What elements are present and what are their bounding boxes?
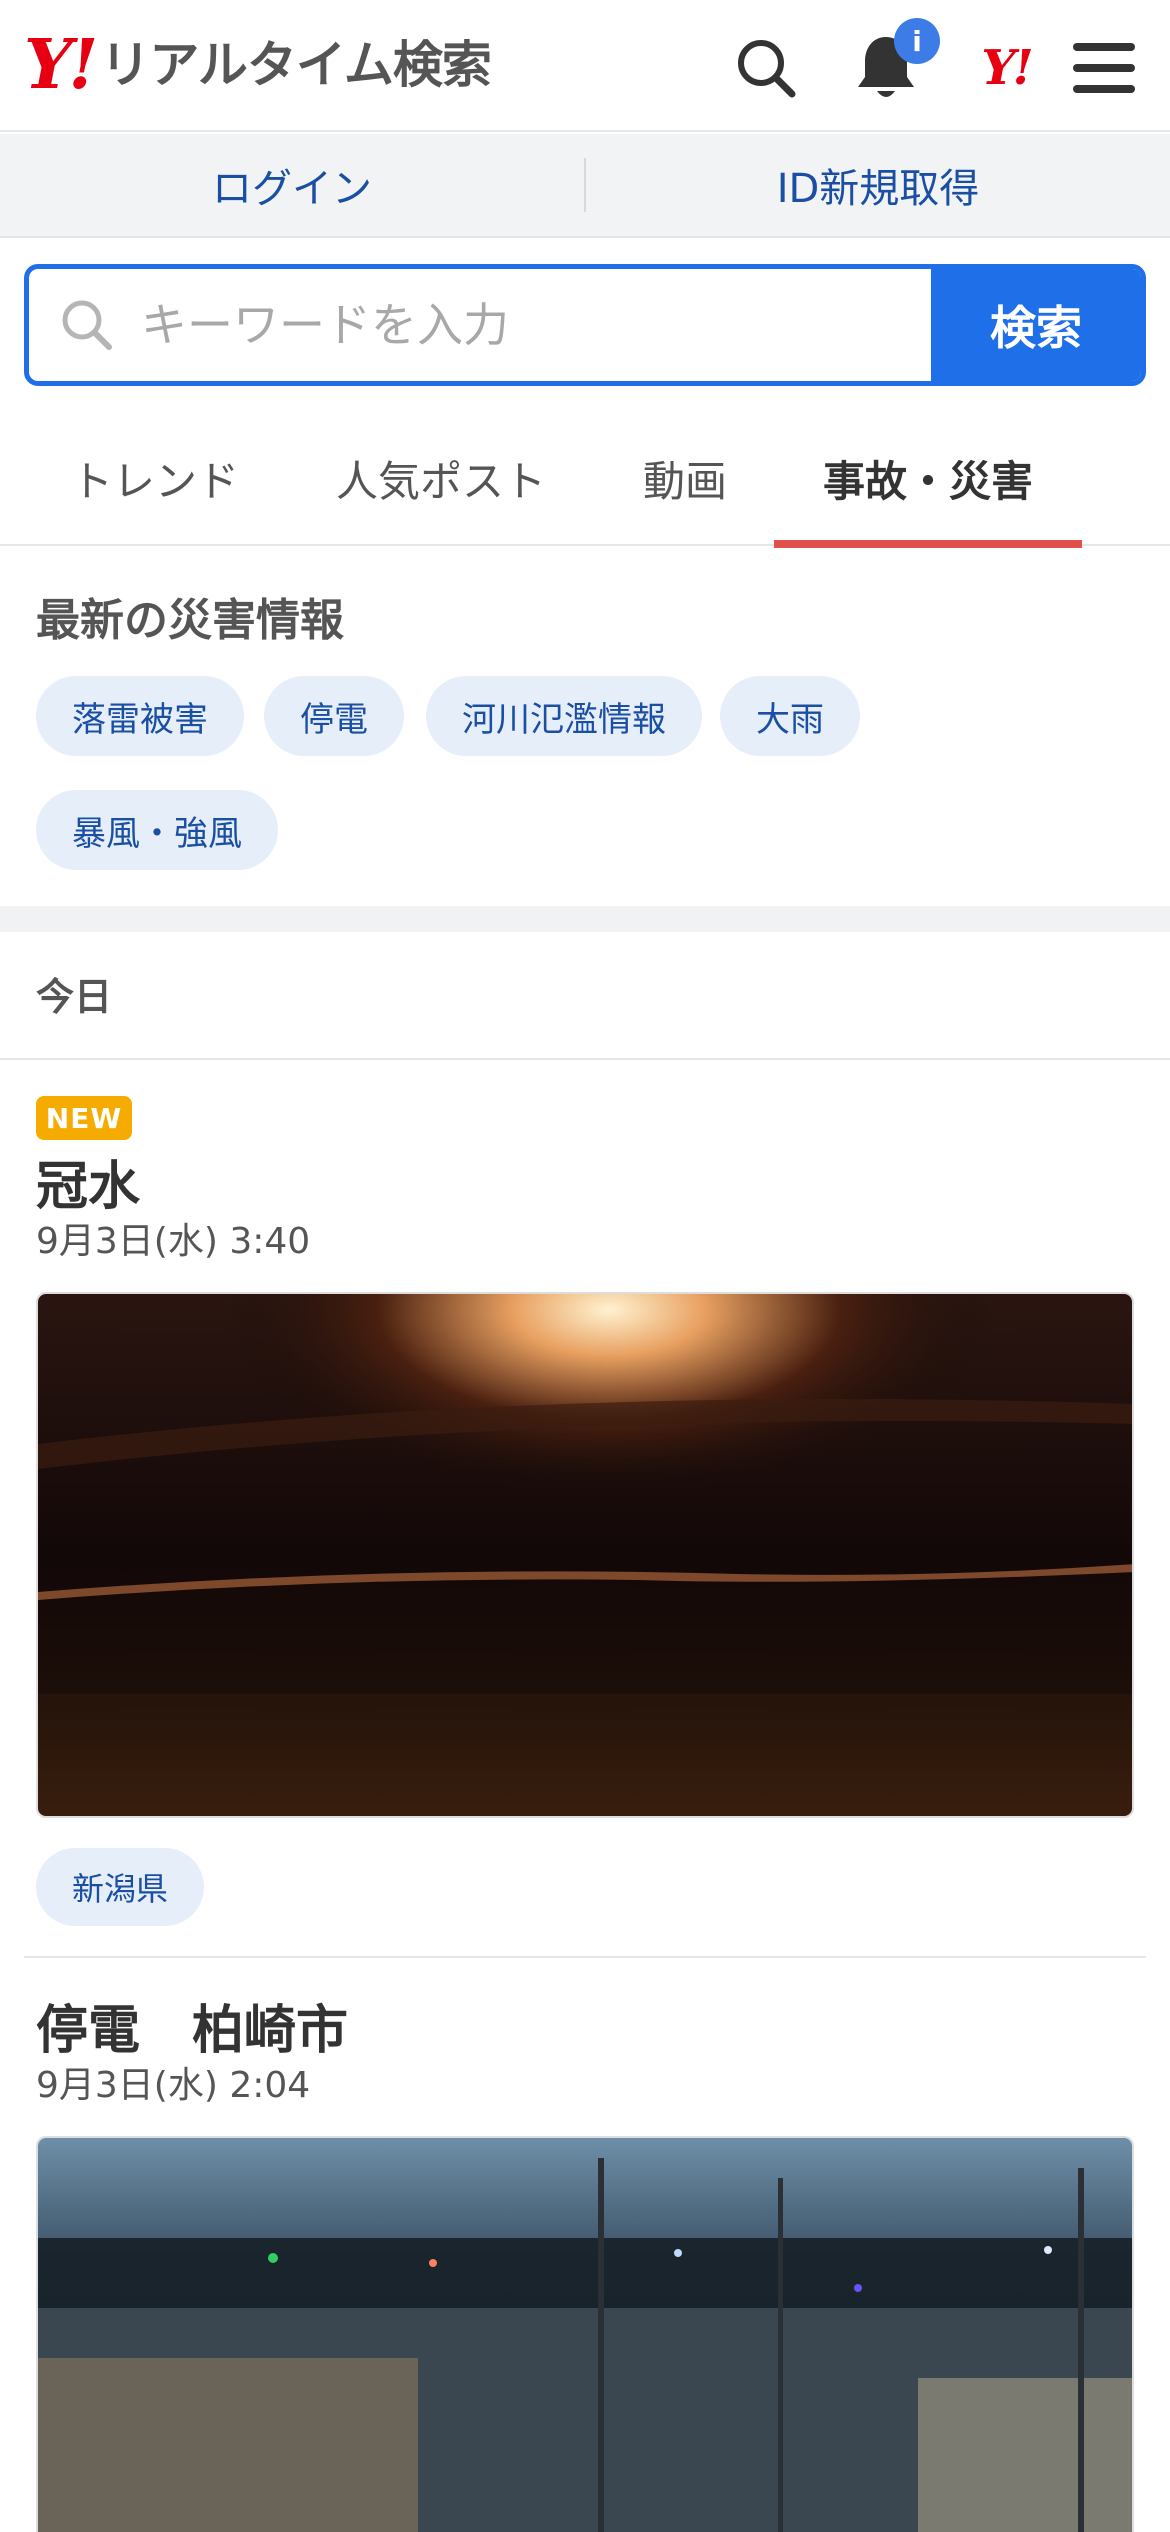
post-time: 9月3日(水) 3:40 <box>36 1221 311 1262</box>
chip-lightning-damage[interactable]: 落雷被害 <box>36 676 244 756</box>
login-link[interactable]: ログイン <box>0 156 584 214</box>
tab-video[interactable]: 動画 <box>610 410 760 546</box>
menu-icon[interactable] <box>1064 28 1144 108</box>
app-header: Y! リアルタイム検索 i Y! <box>0 0 1170 132</box>
chip-river-flood[interactable]: 河川氾濫情報 <box>426 676 702 756</box>
yahoo-logo-mark: Y! <box>24 25 98 105</box>
post-image[interactable] <box>36 2136 1134 2532</box>
yahoo-mark: Y! <box>981 40 1033 96</box>
divider <box>0 1058 1170 1060</box>
category-tabs: トレンド 人気ポスト 動画 事故・災害 <box>0 410 1170 548</box>
chip-heavy-rain[interactable]: 大雨 <box>720 676 860 756</box>
signup-link[interactable]: ID新規取得 <box>586 156 1170 214</box>
disaster-section-title: 最新の災害情報 <box>36 595 344 646</box>
new-badge: NEW <box>36 1096 132 1140</box>
search-button[interactable]: 検索 <box>931 269 1141 381</box>
tab-trend[interactable]: トレンド <box>40 410 270 546</box>
notification-badge: i <box>894 18 940 64</box>
post-title[interactable]: 冠水 <box>36 1144 140 1219</box>
logo-text: リアルタイム検索 <box>100 36 491 94</box>
search-field[interactable] <box>29 269 931 381</box>
location-tag[interactable]: 新潟県 <box>36 1848 205 1926</box>
search-field-icon <box>62 300 112 350</box>
section-divider <box>0 906 1170 932</box>
chip-storm-strong-wind[interactable]: 暴風・強風 <box>36 790 278 870</box>
tab-popular-posts[interactable]: 人気ポスト <box>316 410 566 546</box>
search-icon[interactable] <box>726 28 806 108</box>
notification-bell[interactable]: i <box>846 18 940 108</box>
date-header: 今日 <box>36 975 113 1019</box>
chip-power-outage[interactable]: 停電 <box>264 676 404 756</box>
post-image[interactable] <box>36 1292 1134 1818</box>
search-input[interactable] <box>141 298 841 352</box>
post-divider <box>24 1956 1146 1958</box>
yahoo-realtime-logo[interactable]: Y! リアルタイム検索 <box>24 25 492 105</box>
search-box: 検索 <box>24 264 1146 386</box>
post-time: 9月3日(水) 2:04 <box>36 2065 311 2106</box>
tab-accident-disaster[interactable]: 事故・災害 <box>774 410 1082 548</box>
yahoo-japan-icon[interactable]: Y! <box>966 28 1046 108</box>
post-title[interactable]: 停電 柏崎市 <box>36 1988 348 2063</box>
login-bar: ログイン ID新規取得 <box>0 134 1170 238</box>
